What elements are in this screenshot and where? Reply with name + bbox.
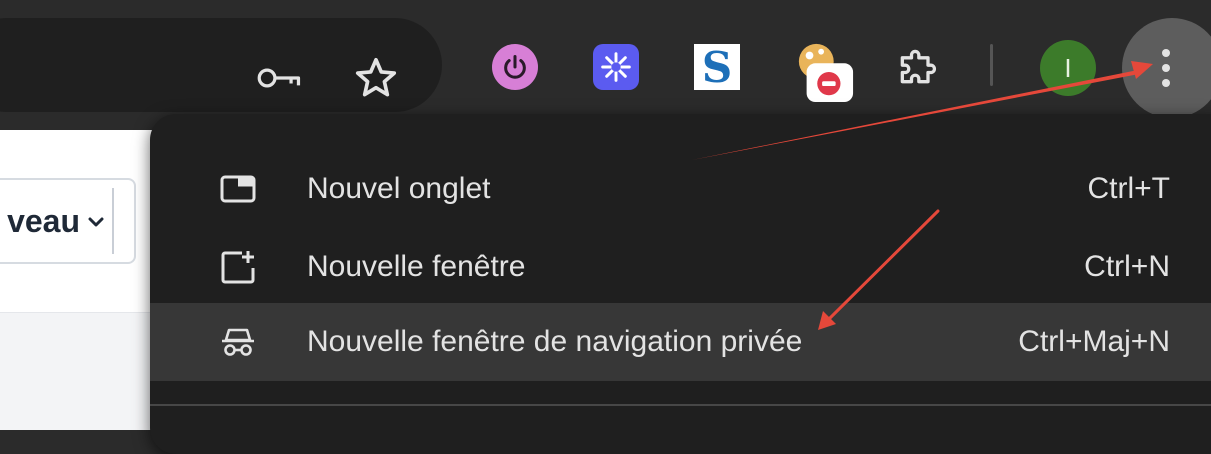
- avatar-letter: I: [1064, 52, 1072, 83]
- page-header: veau: [0, 130, 160, 313]
- page-content: veau: [0, 130, 160, 430]
- menu-item-label: Nouvel onglet: [307, 172, 491, 205]
- profile-avatar[interactable]: I: [1040, 40, 1096, 96]
- menu-item-label: Nouvelle fenêtre de navigation privée: [307, 325, 803, 358]
- menu-item-shortcut: Ctrl+Maj+N: [1018, 325, 1170, 358]
- menu-item-new-tab[interactable]: Nouvel onglet Ctrl+T: [150, 150, 1211, 228]
- new-window-icon: [220, 249, 256, 285]
- browser-toolbar: S I: [0, 0, 1211, 128]
- s-extension-icon[interactable]: S: [694, 44, 740, 90]
- menu-item-shortcut: Ctrl+N: [1084, 250, 1170, 283]
- menu-separator: [150, 404, 1211, 406]
- key-icon[interactable]: [256, 54, 304, 102]
- blocked-extension-icon[interactable]: [795, 40, 855, 104]
- toolbar-divider: [990, 44, 993, 86]
- menu-item-label: Nouvelle fenêtre: [307, 250, 526, 283]
- menu-item-incognito-window[interactable]: Nouvelle fenêtre de navigation privée Ct…: [150, 303, 1211, 381]
- new-tab-icon: [220, 171, 256, 207]
- address-bar[interactable]: [0, 18, 442, 112]
- more-vertical-icon[interactable]: [1122, 18, 1211, 118]
- menu-item-new-window[interactable]: Nouvelle fenêtre Ctrl+N: [150, 228, 1211, 306]
- incognito-icon: [220, 324, 256, 360]
- star-icon[interactable]: [352, 54, 400, 102]
- level-select-value: veau: [7, 202, 80, 239]
- sparkle-extension-icon[interactable]: [593, 44, 639, 90]
- level-select[interactable]: veau: [0, 178, 136, 264]
- select-separator: [112, 188, 114, 254]
- chevron-down-icon: [88, 208, 104, 234]
- puzzle-extensions-icon[interactable]: [894, 44, 940, 90]
- menu-item-shortcut: Ctrl+T: [1087, 172, 1171, 205]
- power-extension-icon[interactable]: [492, 44, 538, 90]
- browser-menu: Nouvel onglet Ctrl+T Nouvelle fenêtre Ct…: [150, 114, 1211, 454]
- svg-text:S: S: [702, 44, 732, 90]
